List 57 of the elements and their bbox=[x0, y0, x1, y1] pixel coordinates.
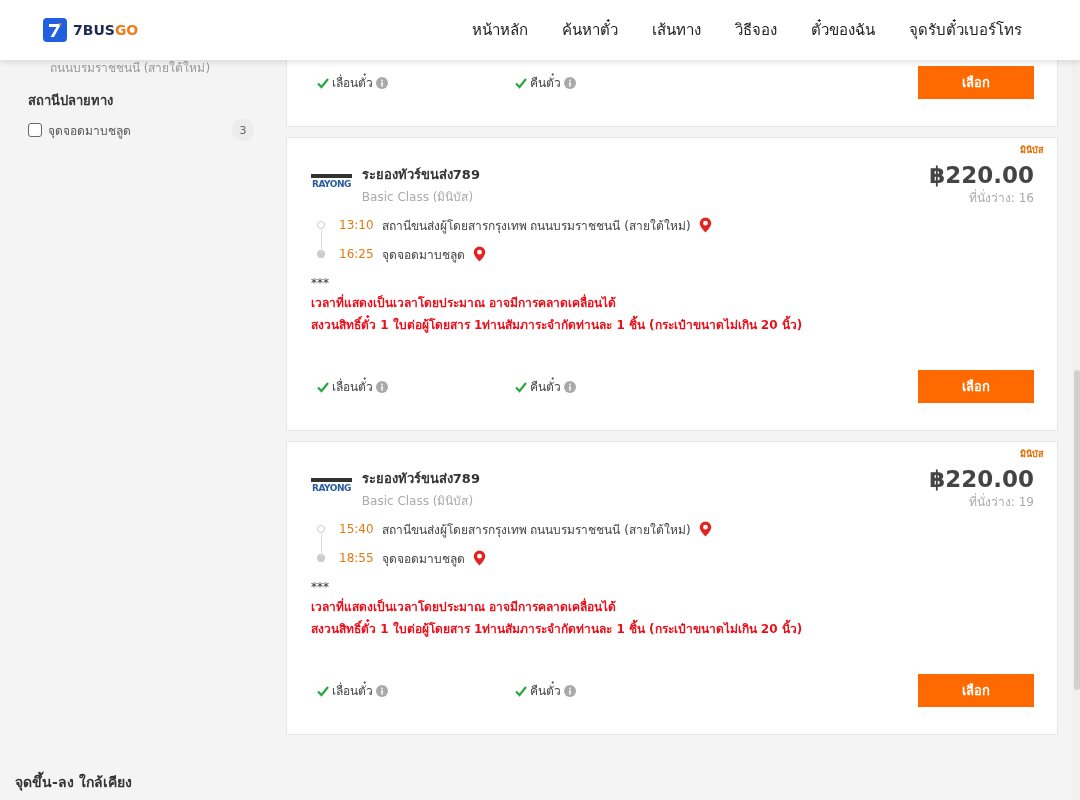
info-icon[interactable] bbox=[376, 76, 388, 89]
nav-link[interactable]: จุดรับตั๋วเบอร์โทร bbox=[909, 18, 1022, 42]
price: ฿220.00 bbox=[929, 466, 1034, 492]
operator-logo: RAYONG bbox=[311, 478, 352, 495]
feature-label: คืนตั๋ว bbox=[530, 377, 561, 396]
feature-label: เลื่อนตั๋ว bbox=[332, 73, 373, 92]
nav-link[interactable]: เส้นทาง bbox=[652, 18, 701, 42]
feature-label: เลื่อนตั๋ว bbox=[332, 681, 373, 700]
station-name: สถานีขนส่งผู้โดยสารกรุงเทพ ถนนบรมราชชนนี (สายใต้ใหม่) bbox=[381, 521, 691, 539]
seats-available: ที่นั่งว่าง: 16 bbox=[968, 188, 1034, 207]
station-name: สถานีขนส่งผู้โดยสารกรุงเทพ ถนนบรมราชชนนี (สายใต้ใหม่) bbox=[381, 217, 691, 235]
count-badge: 3 bbox=[232, 119, 254, 141]
info-icon[interactable] bbox=[564, 76, 576, 89]
nav-link[interactable]: วิธีจอง bbox=[735, 18, 777, 42]
bus-type-label: มินิบัส bbox=[1020, 144, 1043, 157]
stop-time: 16:25 bbox=[339, 247, 374, 261]
map-pin-icon[interactable] bbox=[698, 216, 712, 234]
info-icon[interactable] bbox=[564, 684, 576, 697]
info-icon[interactable] bbox=[376, 684, 388, 697]
logo-text[interactable]: 7BUSGO bbox=[73, 22, 139, 38]
stop-time: 13:10 bbox=[339, 218, 374, 232]
checkbox[interactable] bbox=[28, 123, 42, 137]
map-pin-icon[interactable] bbox=[472, 245, 486, 263]
note-mark: *** bbox=[311, 276, 330, 290]
warning-note: เวลาที่แสดงเป็นเวลาโดยประมาณ อาจมีการคลาดเคลื่อนได้ bbox=[311, 597, 618, 616]
map-pin-icon[interactable] bbox=[698, 520, 712, 538]
operator-name: ระยองทัวร์ขนส่ง789 bbox=[361, 166, 480, 184]
stop-time: 15:40 bbox=[339, 522, 374, 536]
bus-class: Basic Class (มินิบัส) bbox=[361, 493, 475, 510]
nav-link[interactable]: ตั๋วของฉัน bbox=[811, 18, 875, 42]
warning-note: เวลาที่แสดงเป็นเวลาโดยประมาณ อาจมีการคลาดเคลื่อนได้ bbox=[311, 293, 618, 312]
bus-class: Basic Class (มินิบัส) bbox=[361, 189, 475, 206]
info-icon[interactable] bbox=[564, 380, 576, 393]
filter-heading: สถานีปลายทาง bbox=[28, 92, 114, 110]
operator-logo: RAYONG bbox=[311, 174, 352, 191]
nav-link[interactable]: หน้าหลัก bbox=[472, 18, 528, 42]
bus-type-label: มินิบัส bbox=[1020, 448, 1043, 461]
section-heading: จุดขึ้น-ลง ใกล้เคียง bbox=[15, 771, 1080, 793]
station-name: จุดจอดมาบชลูด bbox=[381, 246, 465, 264]
price: ฿220.00 bbox=[929, 162, 1034, 188]
note-mark: *** bbox=[311, 580, 330, 594]
info-icon[interactable] bbox=[376, 380, 388, 393]
stop-time: 18:55 bbox=[339, 551, 374, 565]
nav-link[interactable]: ค้นหาตั๋ว bbox=[562, 18, 618, 42]
warning-note: สงวนสิทธิ์ตั๋ว 1 ใบต่อผู้โดยสาร 1ท่านสัมภาระจำกัดท่านละ 1 ชิ้น (กระเป๋าขนาดไม่เกิน 20 นิ้ว) bbox=[311, 619, 1034, 638]
warning-note: สงวนสิทธิ์ตั๋ว 1 ใบต่อผู้โดยสาร 1ท่านสัมภาระจำกัดท่านละ 1 ชิ้น (กระเป๋าขนาดไม่เกิน 20 นิ้ว) bbox=[311, 315, 1034, 334]
feature-label: เลื่อนตั๋ว bbox=[332, 377, 373, 396]
station-name: จุดจอดมาบชลูด bbox=[381, 550, 465, 568]
scrollbar[interactable] bbox=[1072, 60, 1080, 800]
seats-available: ที่นั่งว่าง: 19 bbox=[968, 492, 1034, 511]
map-pin-icon[interactable] bbox=[472, 549, 486, 567]
operator-name: ระยองทัวร์ขนส่ง789 bbox=[361, 470, 480, 488]
feature-label: คืนตั๋ว bbox=[530, 73, 561, 92]
filter-option[interactable]: จุดจอดมาบชลูด bbox=[48, 120, 131, 140]
station-filter-label: ถนนบรมราชชนนี (สายใต้ใหม่) bbox=[50, 60, 212, 76]
logo-icon[interactable] bbox=[43, 18, 67, 42]
feature-label: คืนตั๋ว bbox=[530, 681, 561, 700]
